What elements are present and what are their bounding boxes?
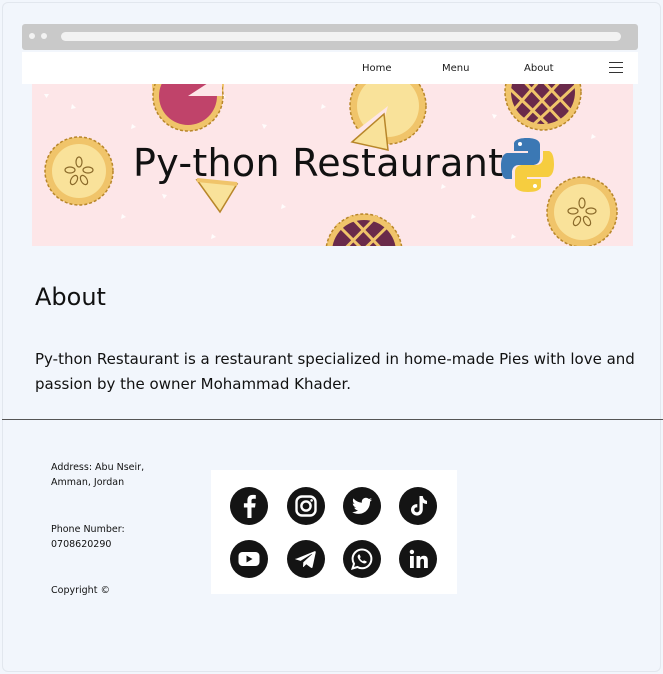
address-bar[interactable] <box>61 32 621 41</box>
berry-pie-icon <box>325 213 403 246</box>
hamburger-menu-icon[interactable] <box>609 62 623 74</box>
about-paragraph: Py-thon Restaurant is a restaurant speci… <box>35 350 635 393</box>
apple-pie-icon <box>546 176 618 246</box>
apple-pie-icon <box>44 136 114 206</box>
facebook-icon[interactable] <box>230 487 268 525</box>
tiktok-icon[interactable] <box>399 487 437 525</box>
nav-home-link[interactable]: Home <box>362 63 392 74</box>
browser-bar <box>22 24 638 50</box>
footer-address: Address: Abu Nseir, Amman, Jordan <box>51 460 144 490</box>
whatsapp-icon[interactable] <box>343 540 381 578</box>
footer-copyright: Copyright © <box>51 585 110 596</box>
berry-pie-icon <box>504 84 582 131</box>
nav-menu-link[interactable]: Menu <box>442 63 469 74</box>
phone-label: Phone Number: <box>51 524 125 535</box>
address-line: Amman, Jordan <box>51 477 125 488</box>
social-links-panel <box>211 470 457 594</box>
hero-banner: Py-thon Restaurant <box>32 84 633 246</box>
window-dot <box>41 33 47 39</box>
window-dot <box>29 33 35 39</box>
footer-phone: Phone Number: 0708620290 <box>51 522 125 552</box>
cherry-pie-icon <box>152 84 224 132</box>
linkedin-icon[interactable] <box>399 540 437 578</box>
section-divider <box>2 419 663 420</box>
twitter-icon[interactable] <box>343 487 381 525</box>
youtube-icon[interactable] <box>230 540 268 578</box>
navbar: Home Menu About <box>22 52 638 84</box>
python-logo-icon <box>501 138 554 192</box>
address-line: Address: Abu Nseir, <box>51 462 145 473</box>
phone-value: 0708620290 <box>51 539 112 550</box>
banner-title: Py-thon Restaurant <box>133 141 504 185</box>
about-heading: About <box>35 283 106 311</box>
instagram-icon[interactable] <box>287 487 325 525</box>
telegram-icon[interactable] <box>287 540 325 578</box>
nav-about-link[interactable]: About <box>524 63 554 74</box>
